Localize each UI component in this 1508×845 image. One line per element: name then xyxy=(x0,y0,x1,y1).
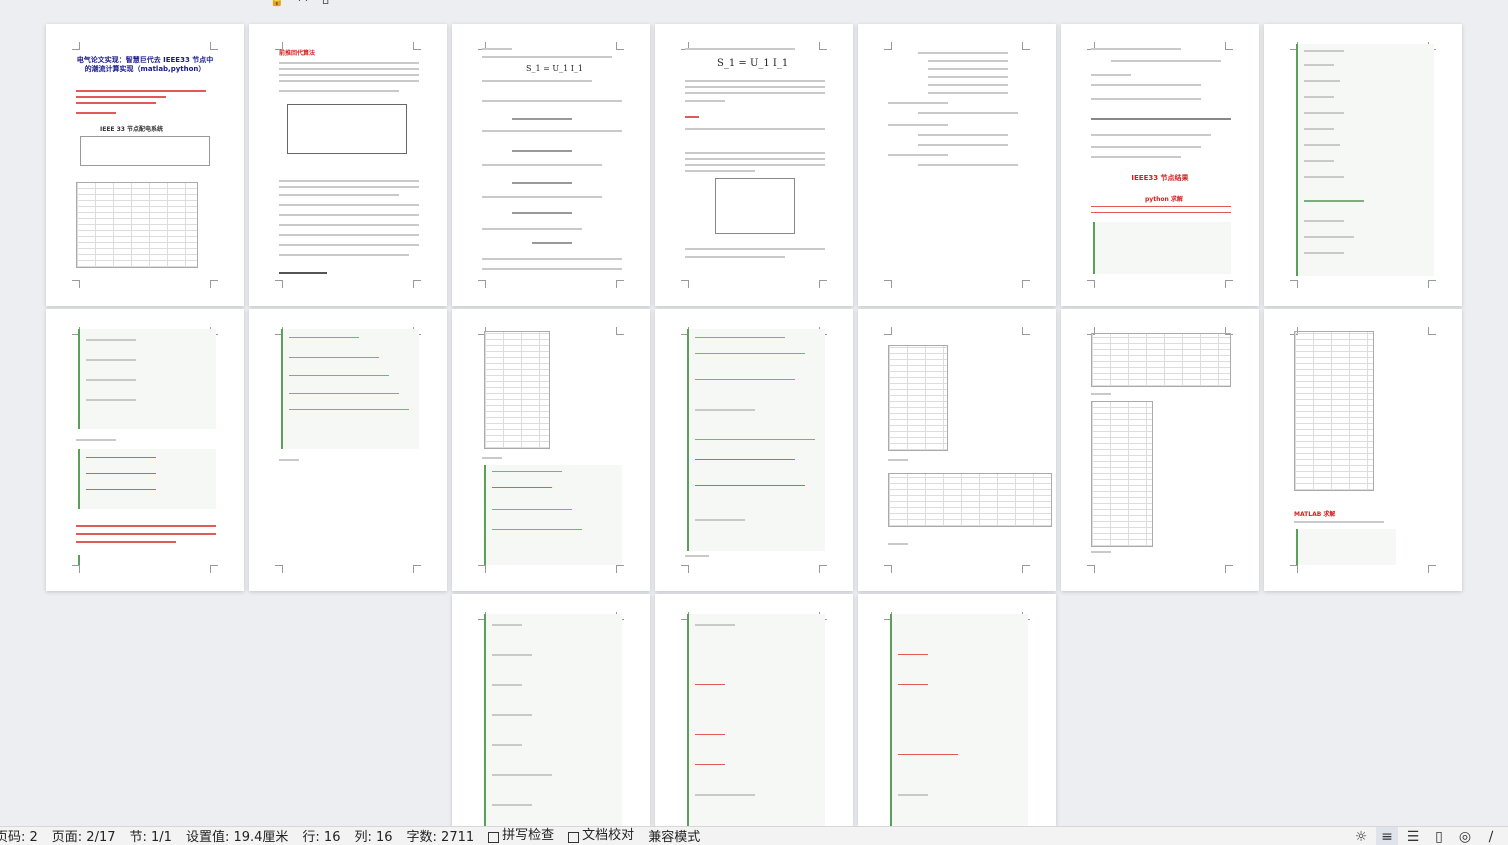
formula: S_1 = U_1 I_1 xyxy=(526,64,583,73)
page-thumbnail-11[interactable] xyxy=(655,309,853,591)
lock-icon: 🔒 xyxy=(270,0,284,7)
subheading: python 求解 xyxy=(1145,196,1183,203)
setting-value: 设置值: 19.4厘米 xyxy=(185,829,289,845)
circuit-diagram xyxy=(287,104,407,154)
document-canvas[interactable]: 🔒 · · ⌂ 电气论文实现：智慧巨代去 IEEE33 节点中的潮流计算实现（m… xyxy=(0,0,1508,826)
doc-check-label: 文档校对 xyxy=(582,828,635,843)
settings-icon[interactable]: ☼ xyxy=(1350,827,1372,845)
figure-caption: IEEE 33 节点配电系统 xyxy=(100,126,164,133)
page-thumbnail-1[interactable]: 电气论文实现：智慧巨代去 IEEE33 节点中的潮流计算实现（matlab,py… xyxy=(46,24,244,306)
col-indicator: 列: 16 xyxy=(354,829,393,845)
row-indicator: 行: 16 xyxy=(302,829,341,845)
page-thumbnail-7[interactable] xyxy=(1264,24,1462,306)
spell-check-label: 拼写检查 xyxy=(502,828,555,843)
toolbar-glyph: · · xyxy=(297,0,309,7)
page-thumbnail-2[interactable]: 前推回代算法 xyxy=(249,24,447,306)
doc-check-toggle[interactable]: 文档校对 xyxy=(561,827,641,845)
formula: S_1 = U_1 I_1 xyxy=(717,58,789,69)
page-thumbnail-15[interactable] xyxy=(452,594,650,826)
outline-icon[interactable]: ☰ xyxy=(1402,827,1424,845)
checkbox-icon xyxy=(488,831,500,843)
word-count[interactable]: 字数: 2711 xyxy=(400,827,482,845)
zoom-icon[interactable]: ∕ xyxy=(1480,827,1502,845)
page-thumbnail-6[interactable]: IEEE33 节点结果 python 求解 xyxy=(1061,24,1259,306)
result-table xyxy=(888,345,948,451)
view-controls: ☼ ≡ ☰ ▯ ◎ ∕ xyxy=(1350,827,1508,845)
page-indicator[interactable]: 页面: 2/17 xyxy=(45,827,123,845)
transformer-diagram xyxy=(715,178,795,234)
page-thumbnail-9[interactable] xyxy=(249,309,447,591)
web-icon[interactable]: ◎ xyxy=(1454,827,1476,845)
toolbar-fragment: 🔒 · · ⌂ xyxy=(270,0,329,8)
page-thumbnail-13[interactable] xyxy=(1061,309,1259,591)
section-indicator: 节: 1/1 xyxy=(129,829,172,845)
result-plot xyxy=(888,473,1052,527)
section-heading: MATLAB 求解 xyxy=(1294,511,1336,518)
section-heading: 前推回代算法 xyxy=(279,50,316,57)
result-plot xyxy=(1091,333,1231,387)
page-thumbnail-3[interactable]: S_1 = U_1 I_1 xyxy=(452,24,650,306)
doc-check-icon xyxy=(568,831,580,843)
page-thumbnail-12[interactable] xyxy=(858,309,1056,591)
status-bar: 页码: 2 页面: 2/17 节: 1/1 设置值: 19.4厘米 行: 16 … xyxy=(0,826,1508,845)
result-table xyxy=(1091,401,1153,547)
page-thumbnail-4[interactable]: S_1 = U_1 I_1 xyxy=(655,24,853,306)
page-thumbnail-8[interactable] xyxy=(46,309,244,591)
compat-mode: 兼容模式 xyxy=(648,829,701,845)
page-thumbnail-16[interactable] xyxy=(655,594,853,826)
page-code: 页码: 2 xyxy=(0,829,38,845)
result-table xyxy=(484,331,550,449)
vertical-scrollbar[interactable] xyxy=(1500,700,1508,780)
page-title: 电气论文实现：智慧巨代去 IEEE33 节点中的潮流计算实现（matlab,py… xyxy=(76,56,214,73)
page-thumbnail-17[interactable] xyxy=(858,594,1056,826)
data-table xyxy=(76,182,198,268)
page-thumbnail-10[interactable] xyxy=(452,309,650,591)
spell-check-toggle[interactable]: 拼写检查 xyxy=(481,827,561,845)
read-icon[interactable]: ▯ xyxy=(1428,827,1450,845)
result-table xyxy=(1294,331,1374,491)
network-diagram xyxy=(80,136,210,166)
section-heading: IEEE33 节点结果 xyxy=(1131,174,1189,182)
user-icon: ⌂ xyxy=(322,0,330,7)
page-thumbnail-5[interactable] xyxy=(858,24,1056,306)
page-thumbnail-14[interactable]: MATLAB 求解 xyxy=(1264,309,1462,591)
print-layout-icon[interactable]: ≡ xyxy=(1376,827,1398,845)
